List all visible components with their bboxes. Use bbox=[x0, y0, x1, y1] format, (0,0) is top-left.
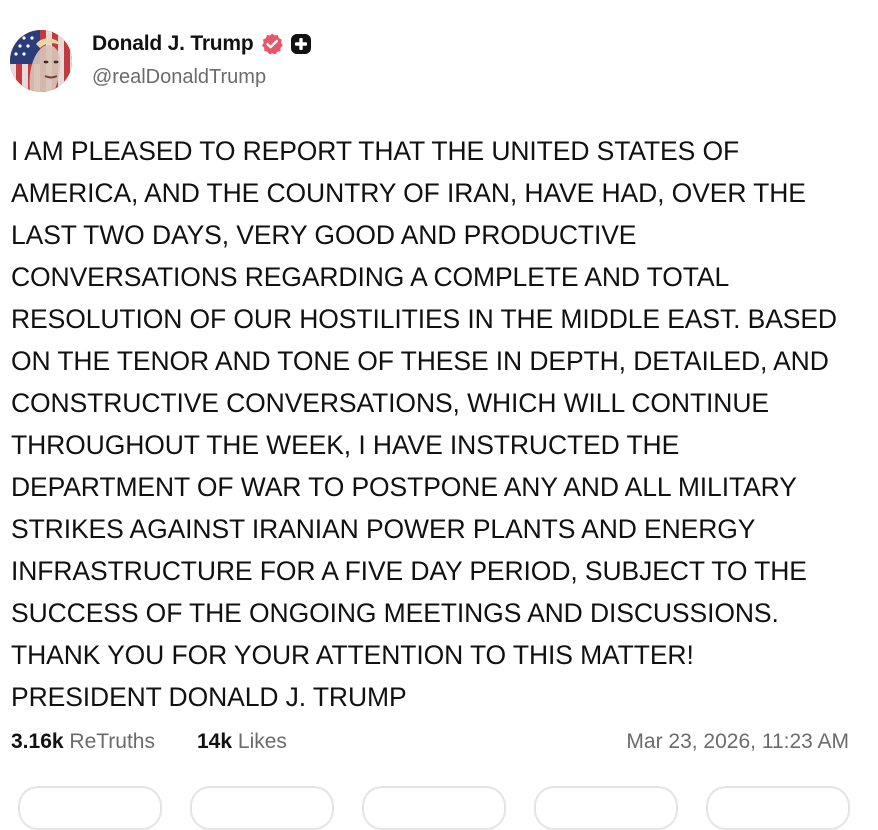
likes-count: 14k bbox=[197, 730, 233, 753]
post-timestamp[interactable]: Mar 23, 2026, 11:23 AM bbox=[626, 730, 849, 754]
retruths-count: 3.16k bbox=[11, 730, 64, 753]
plus-badge-icon bbox=[290, 33, 312, 55]
reply-button[interactable] bbox=[18, 786, 162, 830]
name-row: Donald J. Trump bbox=[92, 32, 312, 56]
likes-label: Likes bbox=[237, 730, 287, 753]
share-button[interactable] bbox=[534, 786, 678, 830]
post-header: Donald J. Trump @realDonaldTrump bbox=[10, 28, 870, 94]
handle[interactable]: @realDonaldTrump bbox=[92, 66, 266, 89]
display-name[interactable]: Donald J. Trump bbox=[92, 32, 254, 56]
post-stats: 3.16k ReTruths 14k Likes Mar 23, 2026, 1… bbox=[11, 730, 867, 764]
verified-badge-icon bbox=[260, 32, 284, 56]
retruths-label: ReTruths bbox=[69, 730, 155, 753]
avatar[interactable] bbox=[10, 30, 72, 92]
likes-stat[interactable]: 14k Likes bbox=[197, 730, 287, 754]
more-button[interactable] bbox=[706, 786, 850, 830]
avatar-portrait-icon bbox=[10, 30, 72, 92]
post-body-text: I AM PLEASED TO REPORT THAT THE UNITED S… bbox=[11, 136, 837, 712]
retruth-button[interactable] bbox=[190, 786, 334, 830]
retruths-stat[interactable]: 3.16k ReTruths bbox=[11, 730, 155, 754]
action-bar bbox=[0, 786, 878, 830]
like-button[interactable] bbox=[362, 786, 506, 830]
